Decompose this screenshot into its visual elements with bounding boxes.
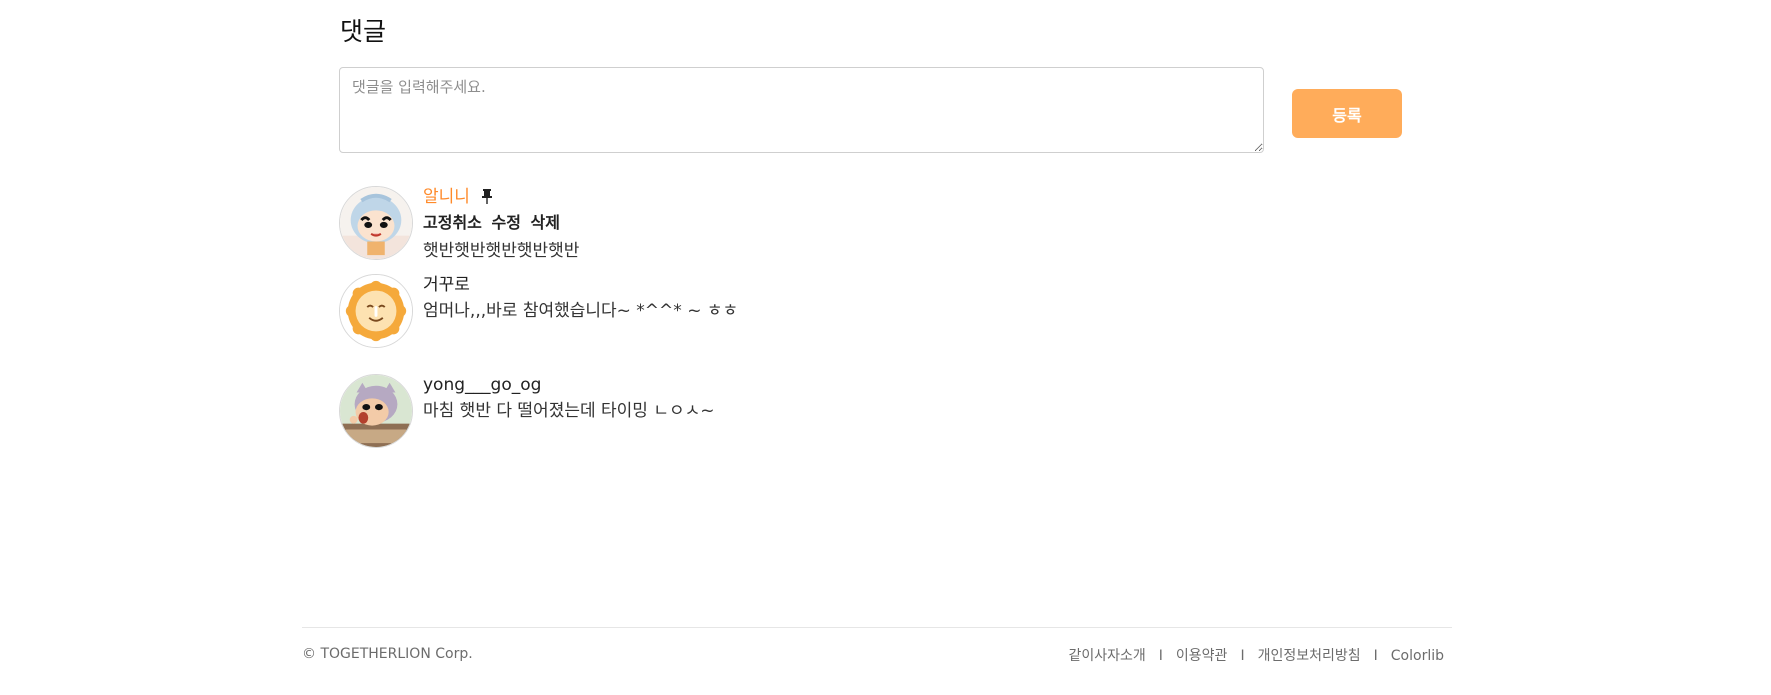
comment-body: 알니니 고정취소 수정 삭제 햇반햇반햇반햇반햇반: [423, 186, 1223, 264]
author-line: 거꾸로: [423, 274, 1223, 296]
footer-divider: [302, 627, 1452, 628]
submit-comment-button[interactable]: 등록: [1292, 89, 1402, 138]
pin-icon: [480, 186, 494, 206]
avatar[interactable]: [339, 374, 413, 448]
footer-link-about[interactable]: 같이사자소개: [1069, 648, 1146, 664]
comment-author[interactable]: 알니니: [423, 187, 470, 207]
delete-button[interactable]: 삭제: [531, 213, 560, 232]
comment-text: 엄머나,,,바로 참여했습니다~ *^^* ~ ㅎㅎ: [423, 301, 739, 321]
footer-links: 같이사자소개 I 이용약관 I 개인정보처리방침 I Colorlib: [1069, 645, 1445, 665]
avatar[interactable]: [339, 186, 413, 260]
comment-text: 햇반햇반햇반햇반햇반: [423, 241, 580, 261]
author-line: yong___go_og: [423, 374, 1223, 396]
unpin-button[interactable]: 고정취소: [423, 213, 482, 232]
comment-author[interactable]: yong___go_og: [423, 375, 541, 395]
cartoon-boy-avatar-icon: [340, 187, 412, 259]
comments-title: 댓글: [340, 17, 387, 46]
comments-page: 댓글 등록: [0, 0, 1771, 695]
footer-separator: I: [1158, 648, 1163, 664]
comment-body: 거꾸로 엄머나,,,바로 참여했습니다~ *^^* ~ ㅎㅎ: [423, 274, 1223, 324]
footer-separator: I: [1240, 648, 1245, 664]
comment-author[interactable]: 거꾸로: [423, 275, 470, 295]
edit-button[interactable]: 수정: [491, 213, 520, 232]
cartoon-boy-cat-hood-avatar-icon: [340, 375, 412, 447]
comment-input[interactable]: [339, 67, 1264, 153]
footer-separator: I: [1373, 648, 1378, 664]
avatar[interactable]: [339, 274, 413, 348]
footer-copyright: © TOGETHERLION Corp.: [302, 646, 473, 662]
footer-link-privacy[interactable]: 개인정보처리방침: [1258, 648, 1361, 664]
footer-link-colorlib[interactable]: Colorlib: [1391, 648, 1444, 664]
comment-text: 마침 햇반 다 떨어졌는데 타이밍 ㄴㅇㅅ~: [423, 401, 715, 421]
comment-form: 등록: [339, 67, 1402, 153]
comment-body: yong___go_og 마침 햇반 다 떨어졌는데 타이밍 ㄴㅇㅅ~: [423, 374, 1223, 424]
comment-actions: 고정취소 수정 삭제: [423, 210, 1223, 236]
lion-avatar-icon: [340, 275, 412, 347]
footer-link-terms[interactable]: 이용약관: [1176, 648, 1228, 664]
author-line: 알니니: [423, 186, 1223, 208]
